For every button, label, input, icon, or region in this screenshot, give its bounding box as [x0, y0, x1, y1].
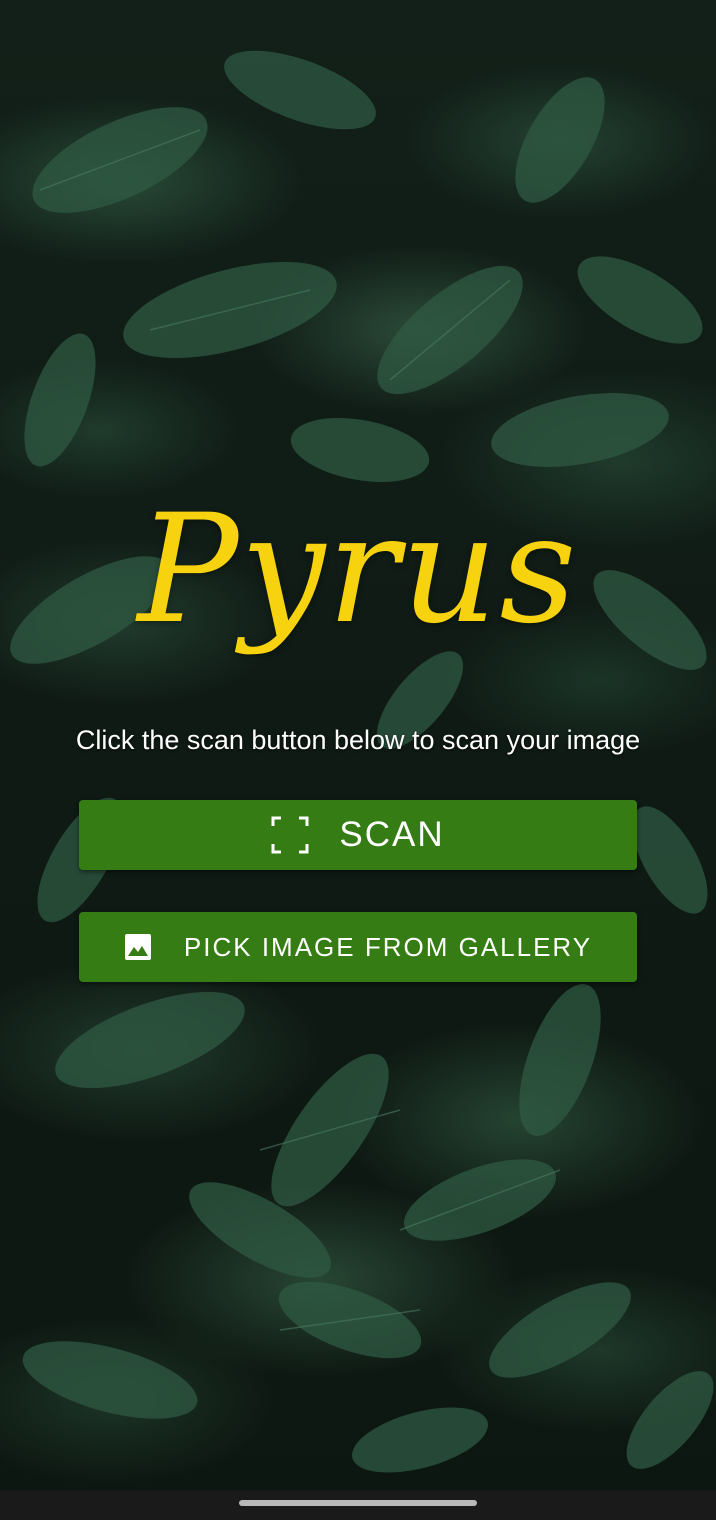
scan-button-label: SCAN [339, 815, 445, 854]
scan-instruction: Click the scan button below to scan your… [75, 725, 641, 755]
app-screen: Pyrus Click the scan button below to sca… [0, 0, 716, 1520]
gallery-button-label: PICK IMAGE FROM GALLERY [183, 931, 593, 962]
pick-image-from-gallery-button[interactable]: PICK IMAGE FROM GALLERY [79, 912, 637, 982]
main-content: Pyrus Click the scan button below to sca… [0, 0, 716, 1490]
scan-frame-icon [271, 816, 309, 854]
home-indicator[interactable] [239, 1500, 477, 1506]
scan-button[interactable]: SCAN [79, 800, 637, 870]
app-title: Pyrus [137, 483, 579, 657]
system-navigation-bar [0, 1490, 716, 1520]
image-icon [124, 933, 152, 961]
